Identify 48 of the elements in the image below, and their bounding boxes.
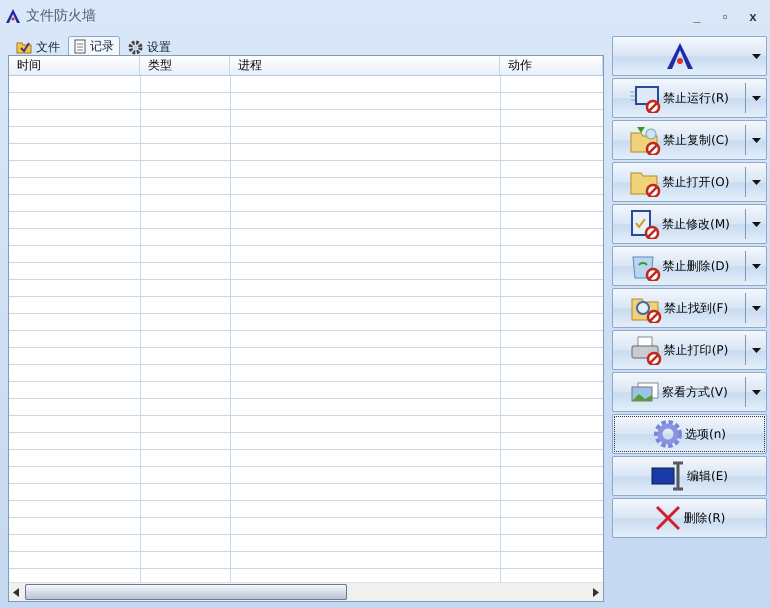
minimize-button[interactable]: _ [686, 8, 708, 24]
close-button[interactable]: x [742, 8, 764, 24]
caret-icon [752, 138, 760, 142]
folder-check-icon [16, 40, 32, 54]
tab[interactable]: 文件 [10, 38, 66, 55]
close-icon [654, 504, 682, 532]
scroll-left-icon[interactable] [13, 588, 19, 596]
split-button[interactable]: 禁止修改(M) [612, 204, 767, 244]
folder-copy-icon [629, 125, 662, 155]
caret-icon [752, 348, 760, 352]
split-button[interactable]: 禁止找到(F) [612, 288, 767, 328]
column-header[interactable]: 类型 [140, 56, 230, 75]
split-button[interactable]: 禁止打开(O) [612, 162, 767, 202]
caret-icon [752, 264, 760, 268]
caret-icon [752, 222, 760, 226]
split-button[interactable]: 禁止复制(C) [612, 120, 767, 160]
column-header[interactable]: 时间 [9, 56, 140, 75]
edit-icon [651, 461, 686, 491]
caret-icon [752, 96, 760, 100]
split-button[interactable]: 禁止打印(P) [612, 330, 767, 370]
printer-icon [630, 335, 662, 365]
logo-icon [6, 9, 20, 23]
gear-icon [653, 419, 684, 449]
split-button[interactable]: 禁止删除(D) [612, 246, 767, 286]
action-button[interactable]: 删除(R) [612, 498, 767, 538]
horizontal-scrollbar[interactable] [9, 582, 603, 601]
logo-icon [664, 42, 694, 70]
logo-menu-button[interactable] [612, 36, 767, 76]
caret-icon [752, 390, 760, 394]
scroll-right-icon[interactable] [593, 588, 599, 596]
action-button[interactable]: 选项(n) [612, 414, 767, 454]
caret-icon [752, 306, 760, 310]
document-icon [628, 209, 660, 239]
scrollbar-thumb[interactable] [25, 584, 347, 600]
gear-icon [128, 40, 143, 54]
photos-icon [630, 381, 660, 403]
column-header[interactable]: 进程 [230, 56, 500, 75]
tab[interactable]: 设置 [122, 38, 177, 55]
tab[interactable]: 记录 [68, 36, 120, 55]
caret-icon [752, 180, 760, 184]
column-header[interactable]: 动作 [500, 56, 603, 75]
split-button[interactable]: 禁止运行(R) [612, 78, 767, 118]
window-icon [629, 83, 662, 113]
caret-icon [752, 54, 760, 58]
split-button[interactable]: 察看方式(V) [612, 372, 767, 412]
window-title: 文件防火墙 [26, 7, 97, 25]
action-button[interactable]: 编辑(E) [612, 456, 767, 496]
maximize-button[interactable]: ▫ [714, 8, 736, 24]
